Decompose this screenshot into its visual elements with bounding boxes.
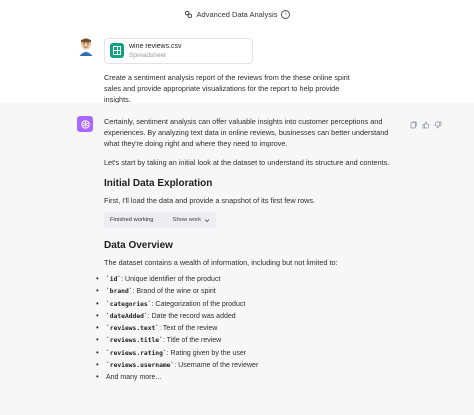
user-avatar (78, 38, 94, 56)
show-work-label: Show work (172, 217, 201, 223)
start-paragraph: Let's start by taking an initial look at… (104, 158, 390, 167)
mode-title: Advanced Data Analysis (196, 9, 278, 19)
chevron-down-icon (204, 218, 210, 222)
work-status-bar: Finished working Show work (104, 212, 216, 228)
thumbs-up-icon[interactable] (422, 116, 430, 129)
field-list: `id`: Unique identifier of the product `… (96, 273, 404, 385)
list-item: `reviews.rating`: Rating given by the us… (96, 347, 404, 360)
file-name: wine reviews.csv (129, 43, 182, 50)
user-message: wine reviews.csv Spreadsheet Create a se… (0, 28, 474, 104)
list-item: `reviews.title`: Title of the review (96, 334, 404, 347)
sparkle-icon (184, 10, 193, 19)
list-item: `dateAdded`: Date the record was added (96, 310, 404, 323)
user-prompt-text: Create a sentiment analysis report of th… (104, 73, 350, 104)
exploration-paragraph: First, I'll load the data and provide a … (104, 196, 316, 205)
spreadsheet-icon (110, 43, 124, 58)
list-item: `reviews.username`: Username of the revi… (96, 359, 404, 372)
assistant-message: Certainly, sentiment analysis can offer … (0, 103, 474, 415)
list-item: And many more... (96, 371, 404, 384)
intro-paragraph: Certainly, sentiment analysis can offer … (104, 117, 389, 148)
info-icon[interactable]: i (281, 9, 291, 19)
work-status: Finished working (110, 217, 154, 223)
show-work-button[interactable]: Show work (173, 217, 210, 223)
assistant-content: Certainly, sentiment analysis can offer … (96, 116, 404, 385)
message-actions (410, 116, 442, 129)
overview-paragraph: The dataset contains a wealth of informa… (104, 258, 338, 267)
list-item: `reviews.text`: Text of the review (96, 322, 404, 335)
heading-data-overview: Data Overview (104, 240, 173, 251)
list-item: `brand`: Brand of the wine or spirit (96, 285, 404, 298)
openai-logo-icon (77, 116, 93, 132)
list-item: `id`: Unique identifier of the product (96, 273, 404, 286)
thumbs-down-icon[interactable] (434, 116, 442, 129)
heading-initial-exploration: Initial Data Exploration (104, 178, 213, 189)
file-type: Spreadsheet (129, 52, 166, 59)
file-attachment[interactable]: wine reviews.csv Spreadsheet (104, 38, 253, 64)
list-item: `categories`: Categorization of the prod… (96, 298, 404, 311)
top-bar: Advanced Data Analysis i (0, 0, 474, 28)
copy-icon[interactable] (410, 116, 417, 129)
